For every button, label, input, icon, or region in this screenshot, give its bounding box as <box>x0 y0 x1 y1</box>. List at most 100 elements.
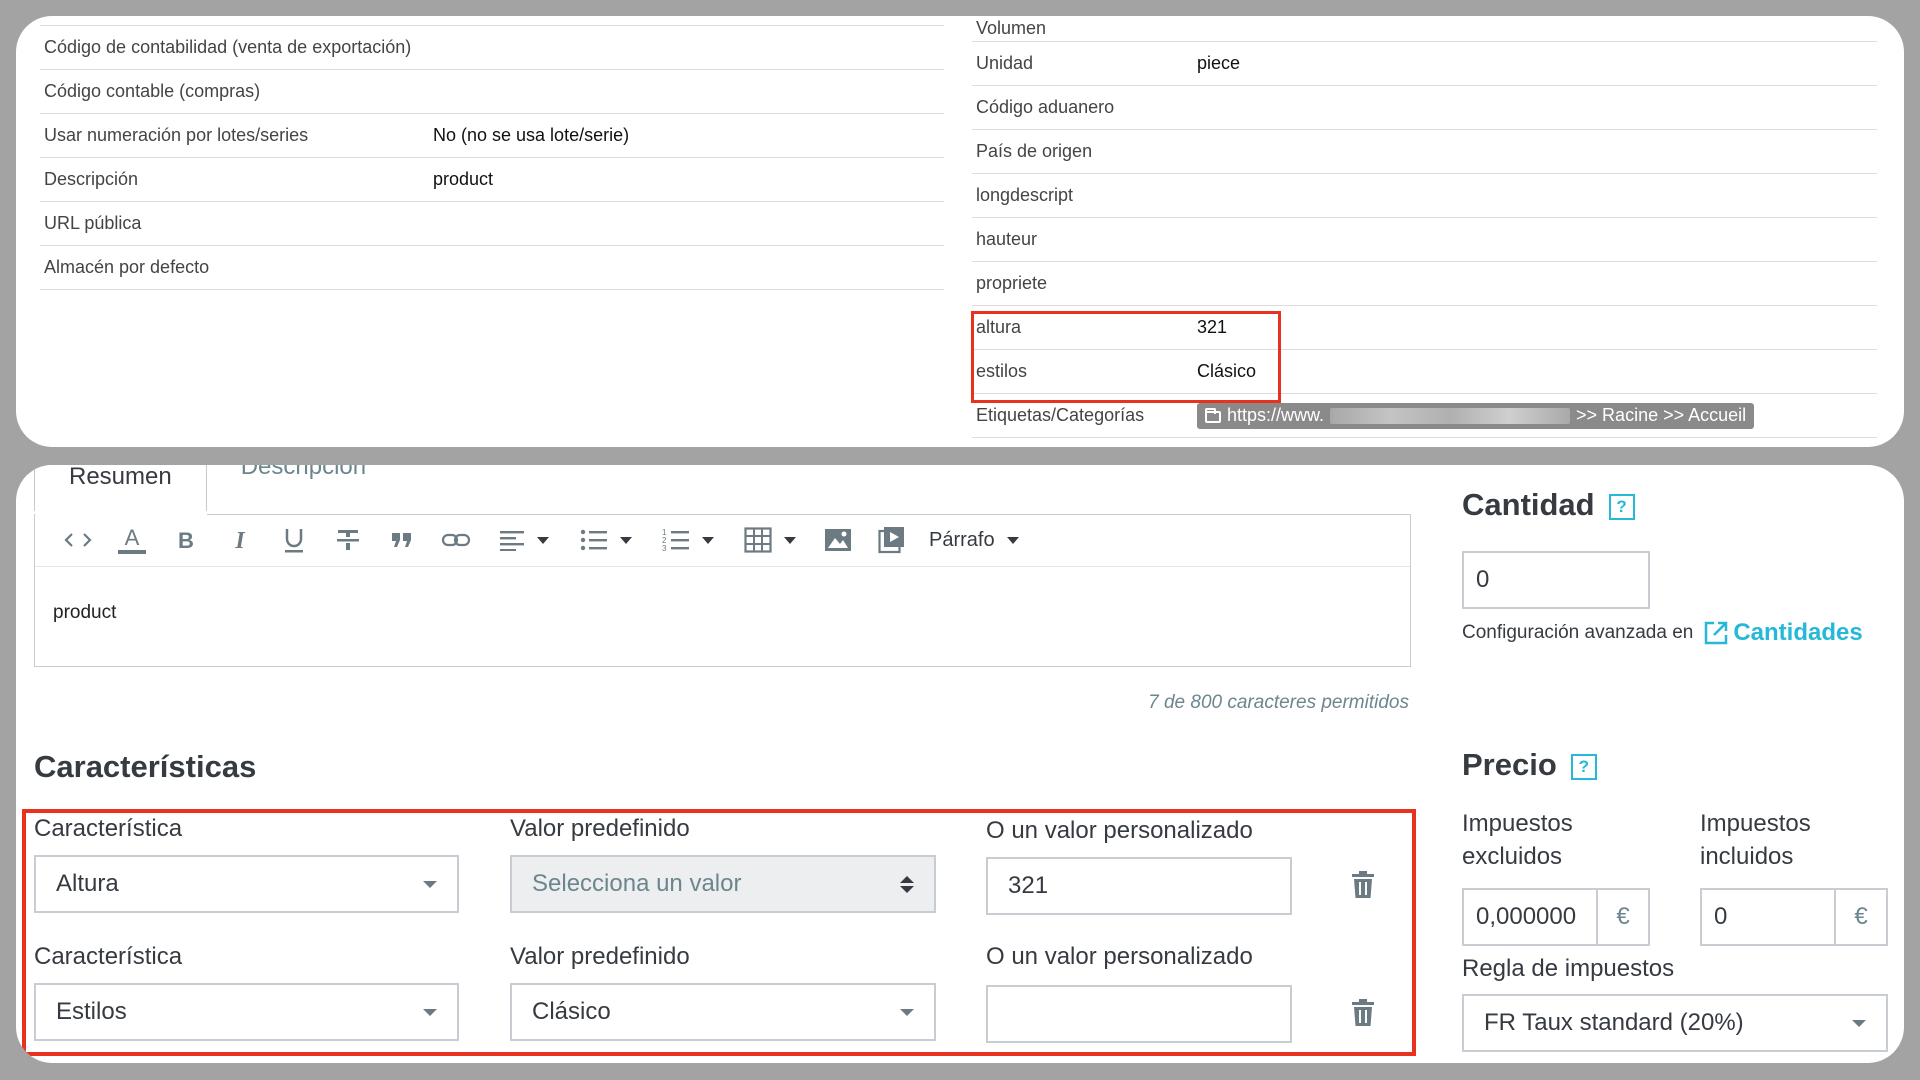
detail-label: longdescript <box>976 185 1074 205</box>
advanced-config: Configuración avanzada en Cantidades <box>1462 619 1863 647</box>
table-icon[interactable] <box>729 520 811 560</box>
chevron-down-icon <box>900 1008 914 1016</box>
tag-url: https://www. <box>1227 405 1325 425</box>
editor-toolbar: A B I 1 2 3 Párrafo <box>35 514 1410 567</box>
numbered-list-icon[interactable]: 123 <box>647 520 729 560</box>
italic-icon[interactable]: I <box>213 520 267 560</box>
detail-label: Código de contabilidad (venta de exporta… <box>44 37 412 57</box>
custom-value-input[interactable] <box>986 985 1292 1043</box>
align-icon[interactable] <box>483 520 565 560</box>
svg-text:I: I <box>234 528 246 552</box>
trash-icon[interactable] <box>1351 871 1375 899</box>
chevron-down-icon <box>620 536 632 544</box>
bullet-list-icon[interactable] <box>565 520 647 560</box>
tax-excl-label: Impuestos excluidos <box>1462 810 1573 870</box>
tax-rule-label: Regla de impuestos <box>1462 955 1675 982</box>
detail-value: Clásico <box>1197 361 1257 381</box>
blurred-url <box>1330 407 1571 424</box>
detail-row: hauteur <box>972 218 1877 262</box>
help-icon[interactable]: ? <box>1608 493 1635 520</box>
category-tag[interactable]: https://www. >> Racine >> Accueil <box>1197 402 1755 429</box>
price-tax-excl-input[interactable]: 0,000000 <box>1462 888 1598 946</box>
detail-row: Almacén por defecto <box>40 246 944 290</box>
chevron-down-icon <box>423 1008 437 1016</box>
chevron-down-icon <box>1006 536 1019 544</box>
price-tax-incl-input[interactable]: 0 <box>1700 888 1836 946</box>
svg-text:A: A <box>125 525 140 550</box>
chevron-down-icon <box>1852 1019 1866 1027</box>
detail-row-tags: Etiquetas/Categorías https://www. >> Rac… <box>972 394 1877 438</box>
tax-rule-select[interactable]: FR Taux standard (20%) <box>1462 994 1888 1052</box>
editor-tabs: Resumen Descripción <box>34 465 400 515</box>
rich-text-editor: A B I 1 2 3 Párrafo product <box>34 514 1411 667</box>
trash-icon[interactable] <box>1351 999 1375 1027</box>
bold-icon[interactable]: B <box>159 520 213 560</box>
custom-value-label: O un valor personalizado <box>986 943 1253 970</box>
detail-row: propriete <box>972 262 1877 306</box>
detail-label: País de origen <box>976 141 1093 161</box>
detail-value: product <box>433 169 494 189</box>
chevron-down-icon <box>784 536 796 544</box>
detail-label: Etiquetas/Categorías <box>976 405 1145 425</box>
sort-icon <box>900 875 914 893</box>
feature-select[interactable]: Estilos <box>34 983 459 1041</box>
link-icon[interactable] <box>429 520 483 560</box>
detail-row: Código de contabilidad (venta de exporta… <box>40 26 944 70</box>
detail-label: Volumen <box>972 16 1877 42</box>
chevron-down-icon <box>423 880 437 888</box>
detail-row: Código contable (compras) <box>40 70 944 114</box>
detail-label: Código aduanero <box>976 97 1115 117</box>
tab-resumen[interactable]: Resumen <box>34 465 207 511</box>
detail-row: Código aduanero <box>972 86 1877 130</box>
details-left-column: Código de contabilidad (venta de exporta… <box>40 16 944 290</box>
euro-addon: € <box>1598 888 1650 946</box>
predefined-value-select[interactable]: Clásico <box>510 983 936 1041</box>
tax-incl-label: Impuestos incluidos <box>1700 810 1811 870</box>
detail-label: Usar numeración por lotes/series <box>44 125 309 145</box>
detail-row: estilos Clásico <box>972 350 1877 394</box>
folder-icon <box>1205 407 1221 423</box>
quote-icon[interactable] <box>375 520 429 560</box>
quantity-input[interactable]: 0 <box>1462 551 1650 609</box>
text-color-icon[interactable]: A <box>105 520 159 560</box>
detail-label: Almacén por defecto <box>44 257 210 277</box>
tab-descripcion[interactable]: Descripción <box>207 465 400 505</box>
price-title: Precio? <box>1462 747 1597 783</box>
paragraph-format-dropdown[interactable]: Párrafo <box>919 529 1019 552</box>
predefined-value-select[interactable]: Selecciona un valor <box>510 855 936 913</box>
detail-label: Descripción <box>44 169 139 189</box>
editor-content[interactable]: product <box>35 567 1410 659</box>
video-icon[interactable] <box>865 520 919 560</box>
detail-row: Unidad piece <box>972 42 1877 86</box>
code-view-icon[interactable] <box>51 520 105 560</box>
char-counter: 7 de 800 caracteres permitidos <box>1148 692 1409 713</box>
predefined-label: Valor predefinido <box>510 943 690 970</box>
quantities-link[interactable]: Cantidades <box>1733 619 1862 647</box>
image-icon[interactable] <box>811 520 865 560</box>
svg-text:B: B <box>178 528 194 552</box>
feature-label: Característica <box>34 815 183 842</box>
detail-row: URL pública <box>40 202 944 246</box>
detail-row: Descripción product <box>40 158 944 202</box>
detail-label: URL pública <box>44 213 142 233</box>
predefined-label: Valor predefinido <box>510 815 690 842</box>
detail-label: Unidad <box>976 53 1034 73</box>
tag-path: >> Racine >> Accueil <box>1576 405 1747 425</box>
detail-label: hauteur <box>976 229 1038 249</box>
strikethrough-icon[interactable] <box>321 520 375 560</box>
detail-label: Código contable (compras) <box>44 81 261 101</box>
chevron-down-icon <box>702 536 714 544</box>
custom-value-input[interactable]: 321 <box>986 857 1292 915</box>
svg-text:3: 3 <box>662 544 667 552</box>
chevron-down-icon <box>537 536 549 544</box>
details-right-column: Volumen Unidad piece Código aduanero Paí… <box>972 16 1877 438</box>
product-details-panel: Código de contabilidad (venta de exporta… <box>16 16 1904 447</box>
detail-label: propriete <box>976 273 1048 293</box>
detail-row: altura 321 <box>972 306 1877 350</box>
product-edit-panel: Resumen Descripción A B I 1 2 3 Párrafo … <box>16 465 1904 1063</box>
feature-label: Característica <box>34 943 183 970</box>
underline-icon[interactable] <box>267 520 321 560</box>
external-link-icon[interactable] <box>1703 620 1729 646</box>
help-icon[interactable]: ? <box>1570 753 1597 780</box>
feature-select[interactable]: Altura <box>34 855 459 913</box>
